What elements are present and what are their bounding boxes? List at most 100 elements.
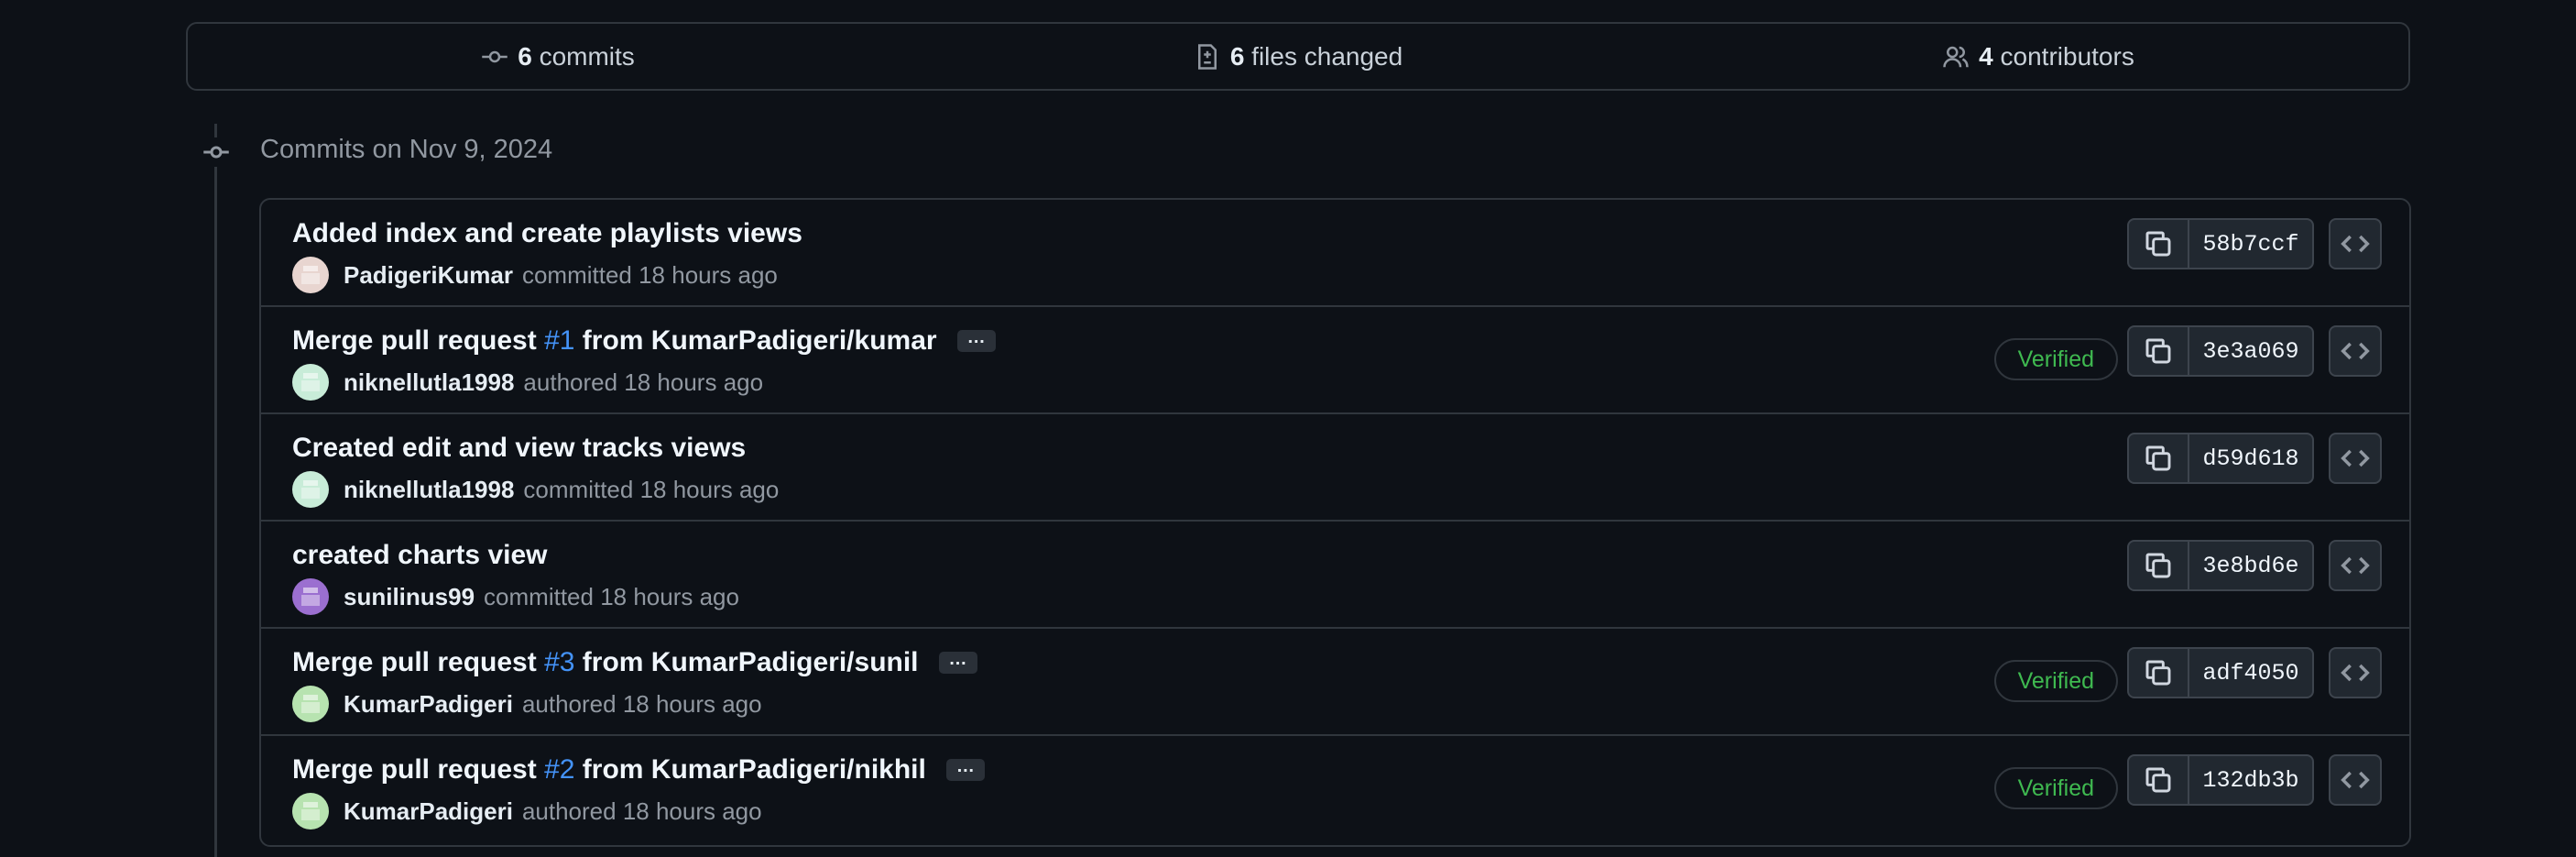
commit-title: Added index and create playlists views bbox=[292, 218, 802, 249]
expand-message-button[interactable]: … bbox=[956, 328, 996, 352]
commit-sha-link[interactable]: 58b7ccf bbox=[2189, 220, 2312, 268]
commit-title-suffix[interactable]: from KumarPadigeri/kumar bbox=[583, 325, 937, 357]
avatar[interactable] bbox=[292, 364, 329, 401]
commit-actions: 58b7ccf bbox=[2127, 218, 2382, 269]
commit-author-link[interactable]: PadigeriKumar bbox=[344, 261, 513, 290]
commit-author-link[interactable]: sunilinus99 bbox=[344, 583, 475, 611]
commit-title-link[interactable]: Merge pull request bbox=[292, 754, 537, 786]
files-count: 6 bbox=[1229, 41, 1245, 71]
commits-count: 6 bbox=[518, 41, 532, 71]
browse-repository-button[interactable] bbox=[2329, 647, 2382, 698]
commit-row: Merge pull request #2 from KumarPadigeri… bbox=[261, 736, 2409, 843]
copy-sha-button[interactable] bbox=[2129, 649, 2189, 697]
pull-request-link[interactable]: #2 bbox=[544, 754, 574, 786]
avatar[interactable] bbox=[292, 793, 329, 830]
commit-meta: sunilinus99 committed 18 hours ago bbox=[292, 578, 739, 615]
copy-icon bbox=[2144, 444, 2173, 473]
code-icon bbox=[2341, 551, 2370, 580]
commit-title-link[interactable]: Added index and create playlists views bbox=[292, 218, 802, 249]
commit-author-link[interactable]: niknellutla1998 bbox=[344, 476, 514, 504]
commit-sha-link[interactable]: 132db3b bbox=[2189, 756, 2312, 804]
code-icon bbox=[2341, 336, 2370, 366]
commits-summary[interactable]: 6 commits bbox=[188, 42, 928, 71]
commit-title-link[interactable]: created charts view bbox=[292, 540, 547, 571]
commit-meta: niknellutla1998 committed 18 hours ago bbox=[292, 471, 779, 508]
avatar[interactable] bbox=[292, 471, 329, 508]
timeline-line bbox=[214, 124, 217, 857]
copy-sha-button[interactable] bbox=[2129, 220, 2189, 268]
timeline-commit-icon bbox=[202, 137, 231, 167]
avatar[interactable] bbox=[292, 578, 329, 615]
commit-actions: 3e8bd6e bbox=[2127, 540, 2382, 591]
commit-sha-link[interactable]: 3e3a069 bbox=[2189, 327, 2312, 375]
contributors-summary[interactable]: 4 contributors bbox=[1668, 42, 2408, 71]
browse-repository-button[interactable] bbox=[2329, 540, 2382, 591]
commit-row: Merge pull request #3 from KumarPadigeri… bbox=[261, 629, 2409, 736]
commit-meta: KumarPadigeri authored 18 hours ago bbox=[292, 686, 762, 722]
browse-repository-button[interactable] bbox=[2329, 218, 2382, 269]
contributors-count: 4 bbox=[1979, 41, 1993, 71]
people-icon bbox=[1943, 46, 1969, 67]
commit-row: Added index and create playlists views P… bbox=[261, 200, 2409, 307]
browse-repository-button[interactable] bbox=[2329, 433, 2382, 484]
browse-repository-button[interactable] bbox=[2329, 754, 2382, 806]
copy-sha-button[interactable] bbox=[2129, 327, 2189, 375]
expand-message-button[interactable]: … bbox=[945, 757, 985, 781]
commit-title-link[interactable]: Merge pull request bbox=[292, 647, 537, 678]
identicon-icon bbox=[301, 373, 320, 391]
identicon-icon bbox=[301, 695, 320, 713]
commit-actions: 3e3a069 bbox=[2127, 325, 2382, 377]
copy-sha-button[interactable] bbox=[2129, 756, 2189, 804]
code-icon bbox=[2341, 229, 2370, 258]
identicon-icon bbox=[301, 588, 320, 606]
identicon-icon bbox=[301, 802, 320, 820]
commit-meta: niknellutla1998 authored 18 hours ago bbox=[292, 364, 763, 401]
commit-action-time: authored 18 hours ago bbox=[521, 689, 762, 718]
commit-title-suffix[interactable]: from KumarPadigeri/sunil bbox=[583, 647, 919, 678]
commit-meta: PadigeriKumar committed 18 hours ago bbox=[292, 257, 778, 293]
copy-icon bbox=[2144, 336, 2173, 366]
sha-button-group: 3e8bd6e bbox=[2127, 540, 2314, 591]
git-commit-icon bbox=[482, 50, 508, 62]
commit-row: Merge pull request #1 from KumarPadigeri… bbox=[261, 307, 2409, 414]
commit-action-time: authored 18 hours ago bbox=[521, 797, 762, 825]
commit-title-link[interactable]: Merge pull request bbox=[292, 325, 537, 357]
commit-row: Created edit and view tracks views nikne… bbox=[261, 414, 2409, 522]
commit-author-link[interactable]: KumarPadigeri bbox=[344, 797, 513, 826]
pull-request-link[interactable]: #3 bbox=[544, 647, 574, 678]
commit-title: Merge pull request #2 from KumarPadigeri… bbox=[292, 754, 985, 786]
file-diff-icon bbox=[1197, 43, 1217, 70]
commit-meta: KumarPadigeri authored 18 hours ago bbox=[292, 793, 762, 830]
commit-title: Merge pull request #1 from KumarPadigeri… bbox=[292, 325, 996, 357]
code-icon bbox=[2341, 765, 2370, 795]
commit-author-link[interactable]: niknellutla1998 bbox=[344, 368, 514, 397]
copy-icon bbox=[2144, 658, 2173, 687]
commit-author-link[interactable]: KumarPadigeri bbox=[344, 690, 513, 719]
avatar[interactable] bbox=[292, 686, 329, 722]
commit-sha-link[interactable]: 3e8bd6e bbox=[2189, 542, 2312, 589]
copy-sha-button[interactable] bbox=[2129, 542, 2189, 589]
files-label: files changed bbox=[1251, 41, 1403, 71]
pull-request-link[interactable]: #1 bbox=[544, 325, 574, 357]
expand-message-button[interactable]: … bbox=[938, 650, 977, 674]
commit-title-link[interactable]: Created edit and view tracks views bbox=[292, 433, 746, 464]
commit-title-suffix[interactable]: from KumarPadigeri/nikhil bbox=[583, 754, 926, 786]
commit-summary-bar: 6 commits 6 files changed 4 contributors bbox=[186, 22, 2410, 91]
commit-sha-link[interactable]: d59d618 bbox=[2189, 434, 2312, 482]
code-icon bbox=[2341, 658, 2370, 687]
copy-icon bbox=[2144, 551, 2173, 580]
commit-sha-link[interactable]: adf4050 bbox=[2189, 649, 2312, 697]
commit-action-time: authored 18 hours ago bbox=[523, 368, 764, 396]
code-icon bbox=[2341, 444, 2370, 473]
copy-sha-button[interactable] bbox=[2129, 434, 2189, 482]
verified-badge[interactable]: Verified bbox=[1993, 660, 2118, 702]
commit-row: created charts view sunilinus99 committe… bbox=[261, 522, 2409, 629]
verified-badge[interactable]: Verified bbox=[1993, 767, 2118, 809]
identicon-icon bbox=[301, 480, 320, 499]
commit-actions: d59d618 bbox=[2127, 433, 2382, 484]
avatar[interactable] bbox=[292, 257, 329, 293]
files-changed-summary[interactable]: 6 files changed bbox=[928, 42, 1668, 71]
browse-repository-button[interactable] bbox=[2329, 325, 2382, 377]
verified-badge[interactable]: Verified bbox=[1993, 338, 2118, 380]
commit-list: Added index and create playlists views P… bbox=[259, 198, 2411, 847]
